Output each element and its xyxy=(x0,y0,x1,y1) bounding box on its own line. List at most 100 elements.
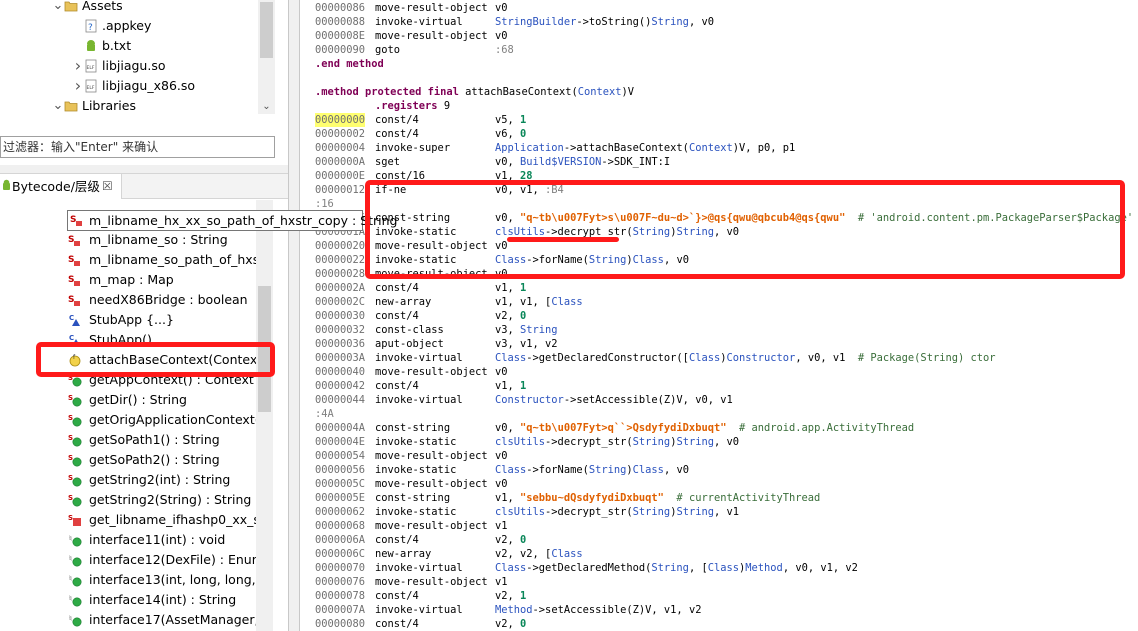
member-item[interactable]: ♮ interface17(AssetManager, S xyxy=(0,610,256,630)
tab-bytecode-hierarchy[interactable]: Bytecode/层级 ☒ xyxy=(0,174,122,199)
code-line[interactable]: .registers 9 xyxy=(300,99,1138,113)
code-line[interactable]: 00000042 const/4 v1, 1 xyxy=(300,379,1138,393)
code-token: String xyxy=(632,436,671,448)
member-item[interactable]: SgetSoPath1() : String xyxy=(0,430,256,450)
code-fragment: v2, 0 xyxy=(495,309,526,323)
member-item[interactable]: SgetString2(int) : String xyxy=(0,470,256,490)
member-item[interactable]: Sm_map : Map xyxy=(0,270,256,290)
chevron-right-icon[interactable]: › xyxy=(72,76,84,96)
code-line[interactable]: 00000062 invoke-static clsUtils->decrypt_s… xyxy=(300,505,1138,519)
filter-placeholder: 过滤器：输入"Enter" 来确认 xyxy=(3,140,159,154)
close-tab-icon[interactable]: ☒ xyxy=(102,174,113,199)
tooltip-text: m_libname_hx_xx_so_path_of_hxstr_copy : … xyxy=(89,213,398,228)
svg-text:♮: ♮ xyxy=(69,614,72,623)
code-line[interactable]: 0000005C move-result-object v0 xyxy=(300,477,1138,491)
member-item[interactable]: Sm_libname_so_path_of_hxstr xyxy=(0,250,256,270)
code-line[interactable]: 00000044 invoke-virtual Constructor->setAc… xyxy=(300,393,1138,407)
code-token: ->setAccessible(Z)V, v1, v2 xyxy=(532,604,702,616)
code-line[interactable]: 0000003A invoke-virtual Class->getDeclared… xyxy=(300,351,1138,365)
code-line[interactable]: 0000002A const/4 v1, 1 xyxy=(300,281,1138,295)
code-address: 0000000A xyxy=(315,156,366,168)
project-tree-scrollbar[interactable]: ⌄ xyxy=(258,0,275,114)
code-token: v6, xyxy=(495,128,521,140)
tree-item-label: b.txt xyxy=(102,38,132,53)
code-line[interactable]: 0000004E invoke-static clsUtils->decrypt_s… xyxy=(300,435,1138,449)
code-line[interactable]: 0000006C new-array v2, v2, [Class xyxy=(300,547,1138,561)
member-item[interactable]: ♮ interface11(int) : void xyxy=(0,530,256,550)
member-item[interactable]: ♮ interface13(int, long, long, lo xyxy=(0,570,256,590)
code-fragment: v1, 1 xyxy=(495,379,526,393)
tree-item[interactable]: b.txt xyxy=(0,36,258,56)
member-label: m_libname_so_path_of_hxstr xyxy=(89,252,256,267)
chevron-right-icon[interactable]: › xyxy=(72,56,84,76)
code-line[interactable]: 0000004A const-string v0, "q~tb\u007Fyt>q`… xyxy=(300,421,1138,435)
scroll-down-arrow-icon[interactable]: ⌄ xyxy=(258,100,275,114)
code-line[interactable]: 00000080 const/4 v2, 0 xyxy=(300,617,1138,631)
member-item[interactable]: ♮ interface12(DexFile) : Enumer xyxy=(0,550,256,570)
code-line[interactable]: 0000008E move-result-object v0 xyxy=(300,29,1138,43)
member-label: get_libname_ifhashp0_xx_so(S xyxy=(89,512,256,527)
code-line[interactable]: 00000040 move-result-object v0 xyxy=(300,365,1138,379)
code-fragment: :16 xyxy=(315,197,334,211)
panel-sash[interactable] xyxy=(289,0,299,631)
tree-item[interactable]: ⌄ Assets xyxy=(0,0,258,16)
tree-item[interactable]: ⌄ Libraries xyxy=(0,96,258,116)
code-line[interactable]: 00000076 move-result-object v1 xyxy=(300,575,1138,589)
code-line[interactable]: 00000032 const-class v3, String xyxy=(300,323,1138,337)
code-opcode: const/4 xyxy=(375,618,419,630)
member-item[interactable]: SgetString2(String) : String xyxy=(0,490,256,510)
code-opcode: invoke-static xyxy=(375,506,457,518)
member-label: interface12(DexFile) : Enumer xyxy=(89,552,256,567)
chevron-down-icon[interactable]: ⌄ xyxy=(52,0,64,16)
member-item[interactable]: SneedX86Bridge : boolean xyxy=(0,290,256,310)
code-line[interactable]: 0000005E const-string v1, "sebbu~dQsdyfydi… xyxy=(300,491,1138,505)
code-line[interactable] xyxy=(300,71,1138,85)
code-line[interactable]: 00000056 invoke-static Class->forName(Stri… xyxy=(300,463,1138,477)
code-line[interactable]: 0000007A invoke-virtual Method->setAccessi… xyxy=(300,603,1138,617)
member-item[interactable]: SgetSoPath2() : String xyxy=(0,450,256,470)
code-fragment: Class->getDeclaredMethod(String, [Class)… xyxy=(495,561,858,575)
chevron-down-icon[interactable]: ⌄ xyxy=(52,96,64,116)
code-token: v1, v1, [ xyxy=(495,296,552,308)
code-line[interactable]: 00000086 move-result-object v0 xyxy=(300,1,1138,15)
member-item[interactable]: ♮ interface14(int) : String xyxy=(0,590,256,610)
member-item[interactable]: SgetOrigApplicationContext(C xyxy=(0,410,256,430)
tree-item[interactable]: › ELF libjiagu_x86.so xyxy=(0,76,258,96)
code-line[interactable]: 00000088 invoke-virtual StringBuilder->toS… xyxy=(300,15,1138,29)
smali-code-view[interactable]: 00000086 move-result-object v0 00000088 invo… xyxy=(300,0,1138,631)
code-line[interactable]: 00000004 invoke-super Application->attachB… xyxy=(300,141,1138,155)
member-item[interactable]: Sm_libname_so : String xyxy=(0,230,256,250)
code-line[interactable]: 00000090 goto:68 xyxy=(300,43,1138,57)
code-address: 00000080 xyxy=(315,618,366,630)
code-line[interactable]: .end method xyxy=(300,57,1138,71)
static-private-method-icon: S xyxy=(68,514,81,526)
filter-input[interactable]: 过滤器：输入"Enter" 来确认 xyxy=(0,136,275,158)
code-line[interactable]: 00000070 invoke-virtual Class->getDeclared… xyxy=(300,561,1138,575)
code-line[interactable]: .method protected final attachBaseContex… xyxy=(300,85,1138,99)
constructor-icon: C xyxy=(69,314,80,326)
code-line[interactable]: 00000054 move-result-object v0 xyxy=(300,449,1138,463)
code-address: 00000028 xyxy=(315,268,366,280)
code-line[interactable]: 00000000 const/4 v5, 1 xyxy=(300,113,1138,127)
code-line[interactable]: 0000006A const/4 v2, 0 xyxy=(300,533,1138,547)
code-opcode: const/4 xyxy=(375,114,419,126)
code-token: .registers xyxy=(375,100,444,112)
tree-item[interactable]: › ELF libjiagu.so xyxy=(0,56,258,76)
code-line[interactable]: 00000068 move-result-object v1 xyxy=(300,519,1138,533)
code-opcode: move-result-object xyxy=(375,30,488,42)
code-line[interactable]: 00000002 const/4 v6, 0 xyxy=(300,127,1138,141)
code-line[interactable]: 0000000A sget v0, Build$VERSION->SDK_INT:I xyxy=(300,155,1138,169)
code-token: .method protected final xyxy=(315,86,466,98)
code-token: Class xyxy=(495,464,527,476)
code-line[interactable]: 00000036 aput-object v3, v1, v2 xyxy=(300,337,1138,351)
code-line[interactable]: :4A xyxy=(300,407,1138,421)
member-item[interactable]: SgetDir() : String xyxy=(0,390,256,410)
member-item[interactable]: C StubApp {...} xyxy=(0,310,256,330)
code-line[interactable]: 0000002C new-array v1, v1, [Class xyxy=(300,295,1138,309)
member-item[interactable]: Sget_libname_ifhashp0_xx_so(S xyxy=(0,510,256,530)
code-line[interactable]: 00000030 const/4 v2, 0 xyxy=(300,309,1138,323)
member-list-scrollbar[interactable] xyxy=(256,200,273,631)
tree-item[interactable]: ? .appkey xyxy=(0,16,258,36)
code-line[interactable]: 00000078 const/4 v2, 1 xyxy=(300,589,1138,603)
scrollbar-thumb[interactable] xyxy=(260,2,273,58)
